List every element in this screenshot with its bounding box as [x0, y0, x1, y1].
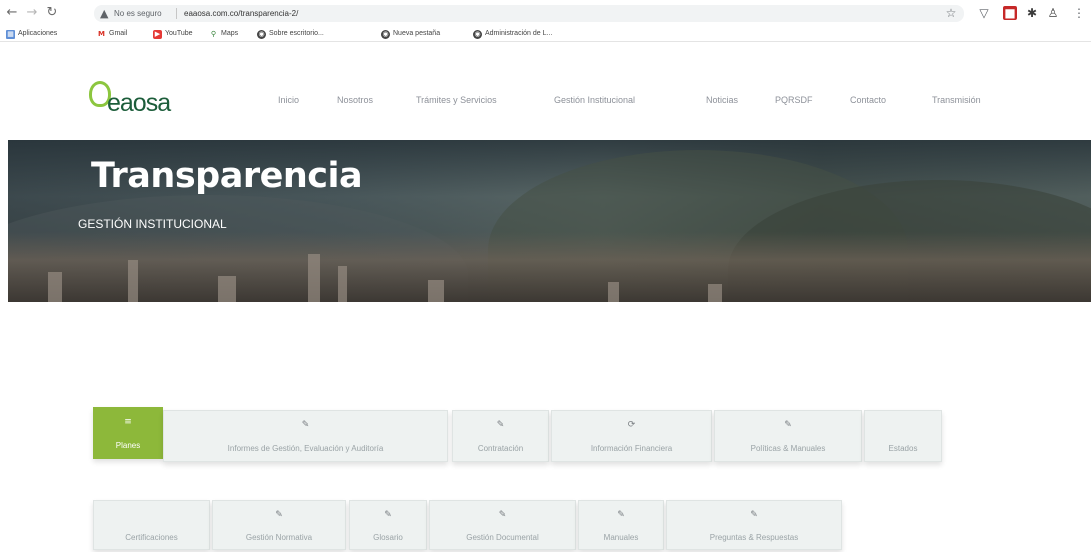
menu-item-tramites[interactable]: Trámites y Servicios: [416, 93, 497, 107]
bookmark-nueva-pestana[interactable]: ◉ Nueva pestaña: [381, 28, 440, 40]
menu-item-gestion[interactable]: Gestión Institucional: [554, 93, 635, 107]
back-arrow-icon[interactable]: ←: [4, 5, 20, 21]
bookmark-label: Administración de L...: [485, 30, 553, 37]
hero-banner: Transparencia GESTIÓN INSTITUCIONAL: [8, 140, 1091, 302]
bookmark-label: Gmail: [109, 30, 128, 37]
bookmark-star-icon[interactable]: ☆: [944, 6, 958, 20]
tab-informacion-financiera[interactable]: ⟳ Información Financiera: [551, 410, 712, 462]
bookmark-maps[interactable]: ⚲ Maps: [209, 28, 238, 40]
page-title: Transparencia: [91, 156, 363, 196]
tab-estados[interactable]: Estados: [864, 410, 942, 462]
reload-icon[interactable]: ↻: [44, 5, 60, 21]
bookmark-apps[interactable]: ▦ Aplicaciones: [6, 28, 57, 40]
extension-red-icon[interactable]: ■: [1003, 6, 1017, 20]
tab-label: Planes: [115, 441, 141, 450]
tab-label: Glosario: [373, 533, 403, 542]
tab-contratacion[interactable]: ✎ Contratación: [452, 410, 549, 462]
city-skyline: [8, 232, 1091, 302]
youtube-icon: ▶: [153, 30, 162, 39]
tab-preguntas[interactable]: ✎ Preguntas & Respuestas: [666, 500, 842, 550]
security-label: No es seguro: [114, 9, 162, 18]
tab-label: Certificaciones: [125, 533, 178, 542]
forward-arrow-icon[interactable]: →: [24, 5, 40, 21]
menu-item-pqrsdf[interactable]: PQRSDF: [775, 93, 813, 107]
tab-label: Información Financiera: [590, 444, 673, 453]
tab-certificaciones[interactable]: Certificaciones: [93, 500, 210, 550]
gmail-icon: M: [97, 30, 106, 39]
page-subtitle: GESTIÓN INSTITUCIONAL: [78, 217, 227, 231]
bookmark-label: Aplicaciones: [18, 30, 58, 37]
bookmark-escritorio[interactable]: ◉ Sobre escritorio...: [257, 28, 324, 40]
bookmark-administracion[interactable]: ◉ Administración de L...: [473, 28, 552, 40]
bookmark-label: Nueva pestaña: [393, 30, 441, 37]
refresh-icon: ⟳: [627, 420, 636, 430]
globe-icon: ◉: [381, 30, 390, 39]
apps-grid-icon: ▦: [6, 30, 15, 39]
globe-icon: ◉: [257, 30, 266, 39]
site-header: eaosa Inicio Nosotros Trámites y Servici…: [0, 43, 1091, 140]
profile-icon[interactable]: ♙: [1046, 6, 1060, 20]
menu-dots-icon[interactable]: ⋮: [1072, 6, 1086, 20]
menu-item-transmision[interactable]: Transmisión: [932, 93, 981, 107]
tab-label: Estados: [888, 444, 918, 453]
tab-politicas[interactable]: ✎ Políticas & Manuales: [714, 410, 862, 462]
address-bar[interactable]: ▲ No es seguro eaaosa.com.co/transparenc…: [94, 5, 964, 22]
warning-icon: ▲: [100, 7, 109, 20]
bookmarks-bar: ▦ Aplicaciones M Gmail ▶ YouTube ⚲ Maps ◉ Sob…: [0, 26, 1091, 42]
menu-item-inicio[interactable]: Inicio: [278, 93, 299, 107]
pencil-icon: ✎: [784, 420, 792, 430]
menu-item-contacto[interactable]: Contacto: [850, 93, 886, 107]
bookmark-label: Sobre escritorio...: [269, 30, 324, 37]
pencil-icon: ✎: [496, 420, 505, 430]
tab-label: Gestión Normativa: [245, 533, 313, 542]
browser-toolbar: ← → ↻ ▲ No es seguro eaaosa.com.co/trans…: [0, 0, 1091, 26]
bookmark-label: Maps: [221, 30, 239, 37]
tab-gestion-normativa[interactable]: ✎ Gestión Normativa: [212, 500, 346, 550]
bookmark-youtube[interactable]: ▶ YouTube: [153, 28, 193, 40]
bookmark-gmail[interactable]: M Gmail: [97, 28, 127, 40]
pencil-icon: ✎: [617, 510, 625, 520]
globe-icon: ◉: [473, 30, 482, 39]
pencil-icon: ✎: [275, 510, 283, 520]
pencil-icon: ✎: [750, 510, 758, 520]
tab-label: Manuales: [603, 533, 639, 542]
menu-item-noticias[interactable]: Noticias: [706, 93, 738, 107]
pencil-icon: ✎: [301, 420, 310, 430]
pencil-icon: ✎: [384, 510, 392, 520]
bookmark-label: YouTube: [165, 30, 193, 37]
extensions-puzzle-icon[interactable]: ✱: [1025, 6, 1039, 20]
map-pin-icon: ⚲: [209, 30, 218, 39]
tab-gestion-documental[interactable]: ✎ Gestión Documental: [429, 500, 576, 550]
tab-label: Políticas & Manuales: [750, 444, 826, 453]
list-icon: ≡: [124, 417, 132, 427]
tab-label: Informes de Gestión, Evaluación y Audito…: [227, 444, 384, 453]
tab-manuales[interactable]: ✎ Manuales: [578, 500, 664, 550]
menu-item-nosotros[interactable]: Nosotros: [337, 93, 373, 107]
address-separator: [176, 8, 177, 19]
url-text[interactable]: eaaosa.com.co/transparencia-2/: [184, 5, 298, 22]
tab-label: Contratación: [477, 444, 524, 453]
tab-planes[interactable]: ≡ Planes: [93, 407, 163, 459]
tab-label: Gestión Documental: [466, 533, 539, 542]
logo-text: eaosa: [107, 89, 171, 117]
tab-informes[interactable]: ✎ Informes de Gestión, Evaluación y Audi…: [163, 410, 448, 462]
extension-shield-icon[interactable]: ▽: [977, 6, 991, 20]
tab-glosario[interactable]: ✎ Glosario: [349, 500, 427, 550]
pencil-icon: ✎: [498, 510, 507, 520]
tab-label: Preguntas & Respuestas: [709, 533, 799, 542]
